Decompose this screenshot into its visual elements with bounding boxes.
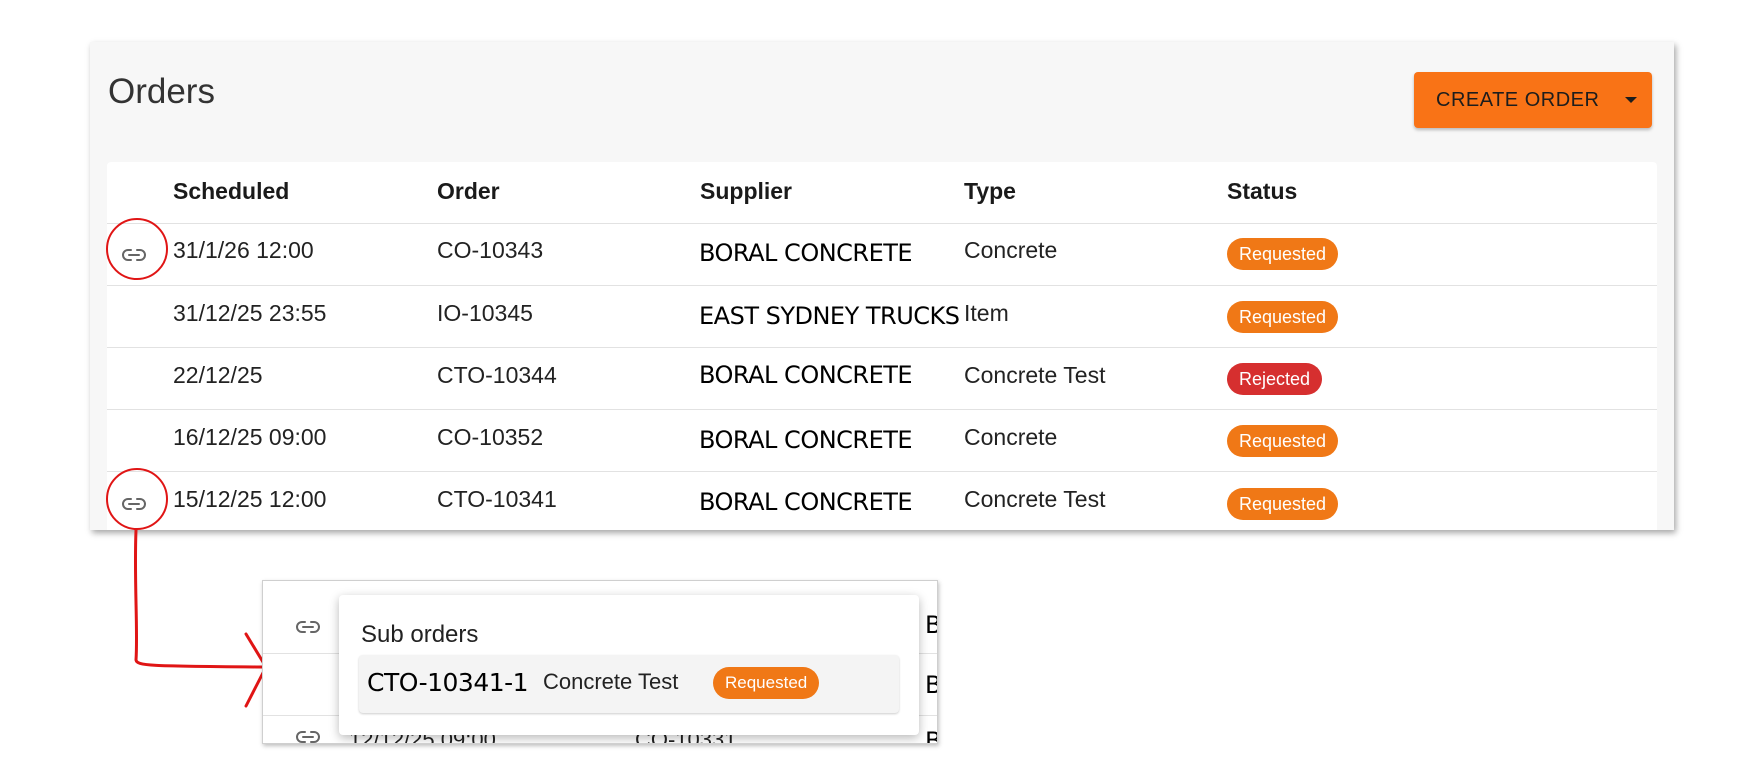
type-cell: Concrete: [964, 237, 1058, 263]
sub-order-type: Concrete Test: [543, 669, 679, 694]
status-badge: Requested: [713, 667, 820, 699]
annotation-circle: [106, 218, 168, 280]
orders-table: Scheduled Order Supplier Type Status 31/…: [107, 162, 1657, 530]
type-cell: Concrete: [964, 424, 1058, 450]
orders-panel: Orders CREATE ORDER Scheduled Order Supp…: [90, 42, 1674, 530]
table-header: Scheduled Order Supplier Type Status: [107, 162, 1657, 224]
supplier-cell: BORAL CONCRETE: [699, 361, 913, 389]
status-badge: Requested: [1227, 488, 1339, 520]
type-cell: Concrete Test: [964, 486, 1106, 512]
status-badge: Requested: [1227, 301, 1339, 333]
link-icon[interactable]: [295, 729, 321, 744]
supplier-cell: EAST SYDNEY TRUCKS: [699, 302, 960, 330]
sub-order-number[interactable]: CTO-10341-1: [367, 668, 529, 697]
table-row[interactable]: 22/12/25 CTO-10344 BORAL CONCRETE Concre…: [107, 348, 1657, 410]
status-badge: Requested: [1227, 238, 1339, 270]
sub-order-row[interactable]: CTO-10341-1 Concrete Test Requested: [359, 655, 899, 713]
supplier-cell: BORAL CONCRETE: [699, 488, 913, 516]
create-order-button[interactable]: CREATE ORDER: [1414, 72, 1652, 128]
scheduled-cell: 15/12/25 12:00: [173, 486, 327, 512]
order-cell[interactable]: CTO-10344: [437, 362, 557, 389]
background-supplier-cell: B: [925, 671, 937, 699]
scheduled-cell: 22/12/25: [173, 362, 263, 388]
scheduled-cell: 31/12/25 23:55: [173, 300, 327, 326]
status-badge: Rejected: [1227, 363, 1323, 395]
type-cell: Concrete Test: [964, 362, 1106, 388]
order-cell[interactable]: CO-10352: [437, 424, 543, 451]
table-row[interactable]: 31/12/25 23:55 IO-10345 EAST SYDNEY TRUC…: [107, 286, 1657, 348]
sub-orders-popup: Sub orders CTO-10341-1 Concrete Test Req…: [339, 595, 919, 735]
sub-orders-title: Sub orders: [361, 621, 479, 648]
column-header-order[interactable]: Order: [437, 178, 500, 205]
order-cell[interactable]: IO-10345: [437, 300, 533, 327]
create-order-label: CREATE ORDER: [1436, 88, 1600, 111]
table-row[interactable]: 31/1/26 12:00 CO-10343 BORAL CONCRETE Co…: [107, 224, 1657, 286]
background-supplier-cell: B: [925, 611, 937, 639]
column-header-supplier[interactable]: Supplier: [700, 178, 792, 205]
table-row[interactable]: 15/12/25 12:00 CTO-10341 BORAL CONCRETE …: [107, 472, 1657, 530]
status-badge: Requested: [1227, 425, 1339, 457]
scheduled-cell: 31/1/26 12:00: [173, 237, 314, 263]
table-row[interactable]: 16/12/25 09:00 CO-10352 BORAL CONCRETE C…: [107, 410, 1657, 472]
background-supplier-cell: B: [925, 727, 937, 743]
column-header-type[interactable]: Type: [964, 178, 1016, 205]
link-icon[interactable]: [295, 619, 321, 635]
scheduled-cell: 16/12/25 09:00: [173, 424, 327, 450]
column-header-scheduled[interactable]: Scheduled: [173, 178, 289, 205]
supplier-cell: BORAL CONCRETE: [699, 239, 913, 267]
caret-down-icon[interactable]: [1625, 97, 1638, 103]
supplier-cell: BORAL CONCRETE: [699, 426, 913, 454]
order-cell[interactable]: CTO-10341: [437, 486, 557, 513]
page-title: Orders: [108, 72, 215, 111]
annotation-circle: [106, 468, 168, 530]
type-cell: Item: [964, 300, 1009, 326]
column-header-status[interactable]: Status: [1227, 178, 1297, 205]
sub-orders-inset: 12/12/25 09:00 CO-10331 B B B Sub orders…: [262, 580, 938, 744]
order-cell[interactable]: CO-10343: [437, 237, 543, 264]
